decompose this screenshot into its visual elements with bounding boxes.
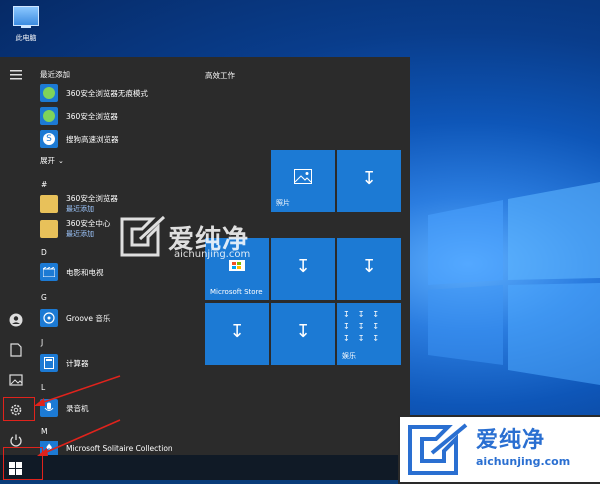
app-item-label: 电影和电视: [66, 267, 104, 277]
tile-group-title: 高效工作: [205, 71, 235, 80]
group-letter-j[interactable]: J: [41, 338, 43, 347]
recently-added-title: 最近添加: [40, 70, 70, 79]
app-item-label: 搜狗高速浏览器: [66, 134, 119, 144]
watermark-logo-icon: [120, 215, 166, 257]
360-browser-icon: [40, 107, 58, 125]
app-item-sogou-browser[interactable]: S 搜狗高速浏览器: [40, 129, 119, 149]
tile-download-placeholder-2[interactable]: ↧: [271, 238, 335, 300]
app-item-label: 360安全浏览器: [66, 111, 118, 121]
download-arrow-icon: ↧: [295, 256, 311, 277]
computer-icon: [13, 6, 39, 28]
360-browser-icon: [40, 84, 58, 102]
recently-added-tag: 最近添加: [66, 205, 94, 213]
app-item-360-browser[interactable]: 360安全浏览器: [40, 106, 118, 126]
annotation-arrows: [34, 375, 121, 456]
tile-download-placeholder-5[interactable]: ↧: [271, 303, 335, 365]
watermark-url: aichunjing.com: [174, 249, 251, 260]
hamburger-menu-icon[interactable]: [6, 65, 26, 85]
tile-photos[interactable]: 照片: [271, 150, 335, 212]
recently-added-tag: 最近添加: [66, 230, 94, 238]
app-item-360-incognito[interactable]: 360安全浏览器无痕模式: [40, 83, 148, 103]
tile-download-placeholder-4[interactable]: ↧: [205, 303, 269, 365]
group-letter-g[interactable]: G: [41, 293, 47, 302]
tile-download-placeholder-3[interactable]: ↧: [337, 238, 401, 300]
expand-label: 展开: [40, 156, 55, 165]
tile-store-label: Microsoft Store: [210, 288, 263, 296]
app-item-label: Groove 音乐: [66, 313, 111, 323]
this-pc-label: 此电脑: [15, 34, 37, 42]
app-item-360-security-folder[interactable]: 360安全中心 最近添加: [40, 219, 110, 239]
folder-icon: [40, 220, 58, 238]
tile-entertainment-folder[interactable]: ↧↧↧ ↧↧↧ ↧↧↧ 娱乐: [337, 303, 401, 365]
this-pc-desktop-icon[interactable]: 此电脑: [6, 6, 46, 50]
app-item-label: 360安全浏览器: [66, 194, 118, 203]
photos-icon: [271, 168, 335, 189]
download-arrow-icon: ↧: [361, 168, 377, 189]
tile-download-placeholder-1[interactable]: ↧: [337, 150, 401, 212]
app-item-groove-music[interactable]: Groove 音乐: [40, 308, 110, 328]
expand-toggle[interactable]: 展开 ⌄: [40, 155, 64, 166]
brand-logo-icon: [408, 423, 468, 475]
documents-icon[interactable]: [6, 340, 26, 360]
groove-music-icon: [40, 309, 58, 327]
group-letter-d[interactable]: D: [41, 248, 47, 257]
brand-watermark-box: 爱纯净 aichunjing.com: [398, 415, 600, 484]
tile-entertainment-label: 娱乐: [342, 352, 356, 360]
mini-download-arrows-icon: ↧↧↧ ↧↧↧ ↧↧↧: [343, 310, 388, 343]
windows-logo-wallpaper: [428, 182, 600, 385]
sogou-browser-icon: S: [40, 130, 58, 148]
app-item-label: 360安全中心: [66, 219, 111, 228]
chevron-down-icon: ⌄: [58, 156, 64, 165]
app-item-movies-tv[interactable]: 电影和电视: [40, 262, 104, 282]
movies-tv-icon: [40, 263, 58, 281]
app-item-360-browser-folder[interactable]: 360安全浏览器 最近添加: [40, 194, 118, 214]
brand-url: aichunjing.com: [476, 455, 571, 468]
download-arrow-icon: ↧: [295, 321, 311, 342]
user-account-icon[interactable]: [6, 310, 26, 330]
brand-text: 爱纯净: [476, 428, 546, 453]
download-arrow-icon: ↧: [229, 321, 245, 342]
group-letter-hash[interactable]: #: [41, 180, 47, 189]
app-item-label: 计算器: [66, 358, 89, 368]
tile-photos-label: 照片: [276, 199, 290, 207]
app-item-label: 360安全浏览器无痕模式: [66, 88, 148, 98]
download-arrow-icon: ↧: [361, 256, 377, 277]
watermark: 爱纯净 aichunjing.com: [118, 215, 251, 260]
folder-icon: [40, 195, 58, 213]
